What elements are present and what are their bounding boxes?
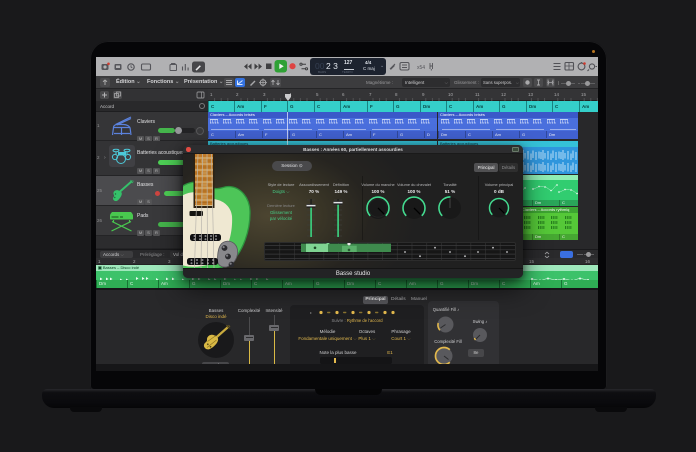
svg-text:x54: x54 [417,65,425,71]
